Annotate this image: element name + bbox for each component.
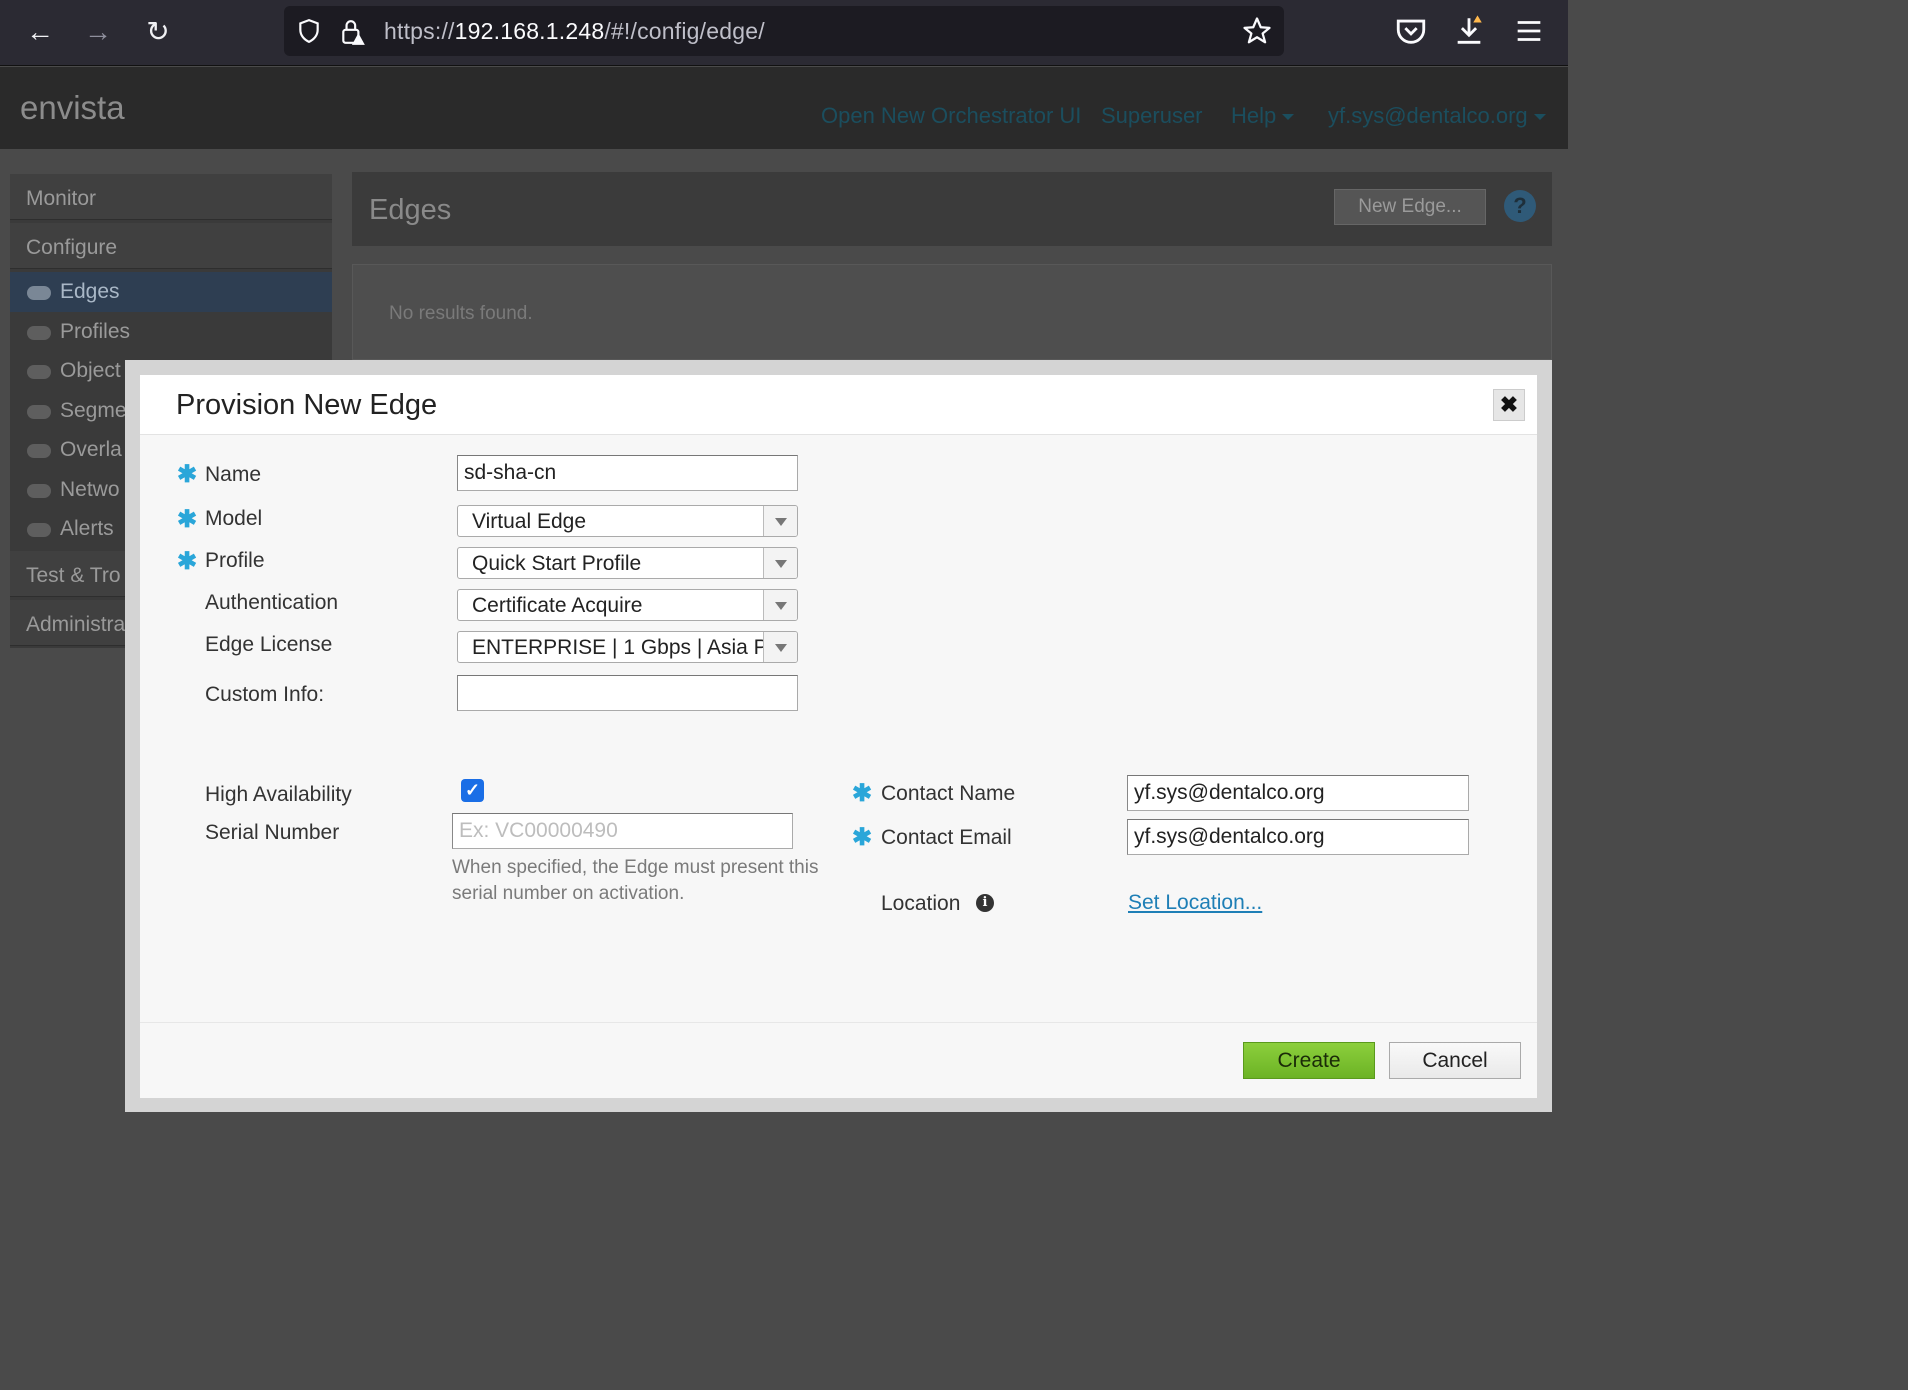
required-asterisk-icon: ✱ [852,780,873,807]
chevron-down-icon [1282,114,1295,121]
required-asterisk-icon: ✱ [177,548,198,575]
edge-license-select[interactable]: ENTERPRISE | 1 Gbps | Asia Paci [457,631,798,663]
user-menu[interactable]: yf.sys@dentalco.org [1328,103,1546,129]
sidebar-item-profiles[interactable]: Profiles [10,312,332,352]
cloud-icon [27,444,51,458]
contact-email-label: Contact Email [881,826,1012,849]
sidebar-item-label: Edges [60,280,120,303]
sidebar-item-label: Overla [60,438,122,461]
sidebar-item-label: Segme [60,399,127,422]
sidebar-section-monitor[interactable]: Monitor [10,174,332,220]
sidebar-item-label: Object [60,359,121,382]
contact-email-input[interactable]: yf.sys@dentalco.org [1127,819,1469,855]
bookmark-star-icon[interactable] [1242,16,1272,46]
dropdown-arrow-icon[interactable] [763,590,797,620]
page-header: Edges New Edge... ? [352,172,1552,246]
model-select[interactable]: Virtual Edge [457,505,798,537]
cloud-icon [27,365,51,379]
required-asterisk-icon: ✱ [852,824,873,851]
dialog-title: Provision New Edge [176,389,438,421]
help-menu[interactable]: Help [1231,103,1295,129]
dialog-footer: Create Cancel [140,1022,1537,1098]
contact-name-label: Contact Name [881,782,1016,805]
required-asterisk-icon: ✱ [177,461,198,488]
sidebar-item-label: Netwo [60,478,120,501]
dropdown-arrow-icon[interactable] [763,506,797,536]
serial-number-hint: When specified, the Edge must present th… [452,857,819,904]
app-header: envista Open New Orchestrator UI Superus… [0,67,1568,149]
new-edge-button[interactable]: New Edge... [1334,189,1486,225]
edge-license-select-value: ENTERPRISE | 1 Gbps | Asia Paci [472,636,764,659]
dialog-header: Provision New Edge ✖ [140,375,1537,435]
user-menu-label: yf.sys@dentalco.org [1328,103,1528,128]
set-location-link[interactable]: Set Location... [1128,891,1262,915]
create-button[interactable]: Create [1243,1042,1375,1079]
browser-toolbar: ← → ↻ https://192.168.1.248/#!/config/ed… [0,0,1568,66]
url-text: https://192.168.1.248/#!/config/edge/ [384,18,765,44]
name-label: Name [205,463,262,486]
cloud-icon [27,523,51,537]
page-title: Edges [369,194,452,226]
high-availability-checkbox[interactable]: ✓ [461,779,484,802]
cloud-icon [27,484,51,498]
app-logo: envista [20,89,125,126]
forward-arrow-icon[interactable]: → [80,14,116,50]
superuser-link[interactable]: Superuser [1101,103,1203,129]
profile-select[interactable]: Quick Start Profile [457,547,798,579]
dropdown-arrow-icon[interactable] [763,548,797,578]
results-panel: No results found. [352,264,1552,360]
pocket-icon[interactable] [1394,14,1428,48]
authentication-select-value: Certificate Acquire [472,594,643,617]
hamburger-menu-icon[interactable] [1512,14,1546,48]
open-new-orchestrator-link[interactable]: Open New Orchestrator UI [821,103,1081,129]
edge-license-label: Edge License [205,633,333,656]
serial-number-label: Serial Number [205,821,340,844]
chevron-down-icon [1533,114,1546,121]
high-availability-label: High Availability [205,783,352,806]
authentication-select[interactable]: Certificate Acquire [457,589,798,621]
authentication-label: Authentication [205,591,339,614]
profile-select-value: Quick Start Profile [472,552,642,575]
custom-info-input[interactable] [457,675,798,711]
address-bar[interactable]: https://192.168.1.248/#!/config/edge/ [284,6,1284,56]
cloud-icon [27,405,51,419]
profile-label: Profile [205,549,265,572]
dropdown-arrow-icon[interactable] [763,632,797,662]
sidebar-item-edges[interactable]: Edges [10,272,332,312]
sidebar-section-configure[interactable]: Configure [10,223,332,269]
custom-info-label: Custom Info: [205,683,325,706]
info-icon[interactable]: i [976,894,994,912]
cloud-icon [27,326,51,340]
help-icon[interactable]: ? [1504,190,1536,222]
close-icon[interactable]: ✖ [1493,389,1525,421]
name-input[interactable]: sd-sha-cn [457,455,798,491]
cloud-icon [27,286,51,300]
contact-name-input[interactable]: yf.sys@dentalco.org [1127,775,1469,811]
model-select-value: Virtual Edge [472,510,587,533]
help-menu-label: Help [1231,103,1277,128]
lock-warning-icon[interactable] [340,18,366,46]
cancel-button[interactable]: Cancel [1389,1042,1521,1079]
serial-number-input[interactable]: Ex: VC00000490 [452,813,793,849]
model-label: Model [205,507,263,530]
back-arrow-icon[interactable]: ← [22,14,58,50]
shield-icon[interactable] [296,18,322,44]
reload-icon[interactable]: ↻ [140,14,176,50]
location-label: Location [881,892,961,915]
download-icon[interactable] [1452,14,1486,48]
sidebar-item-label: Alerts [60,517,114,540]
required-asterisk-icon: ✱ [177,506,198,533]
empty-state-text: No results found. [389,303,533,324]
sidebar-item-label: Profiles [60,320,131,343]
provision-edge-dialog: Provision New Edge ✖ ✱ Name sd-sha-cn ✱ … [140,375,1537,1098]
